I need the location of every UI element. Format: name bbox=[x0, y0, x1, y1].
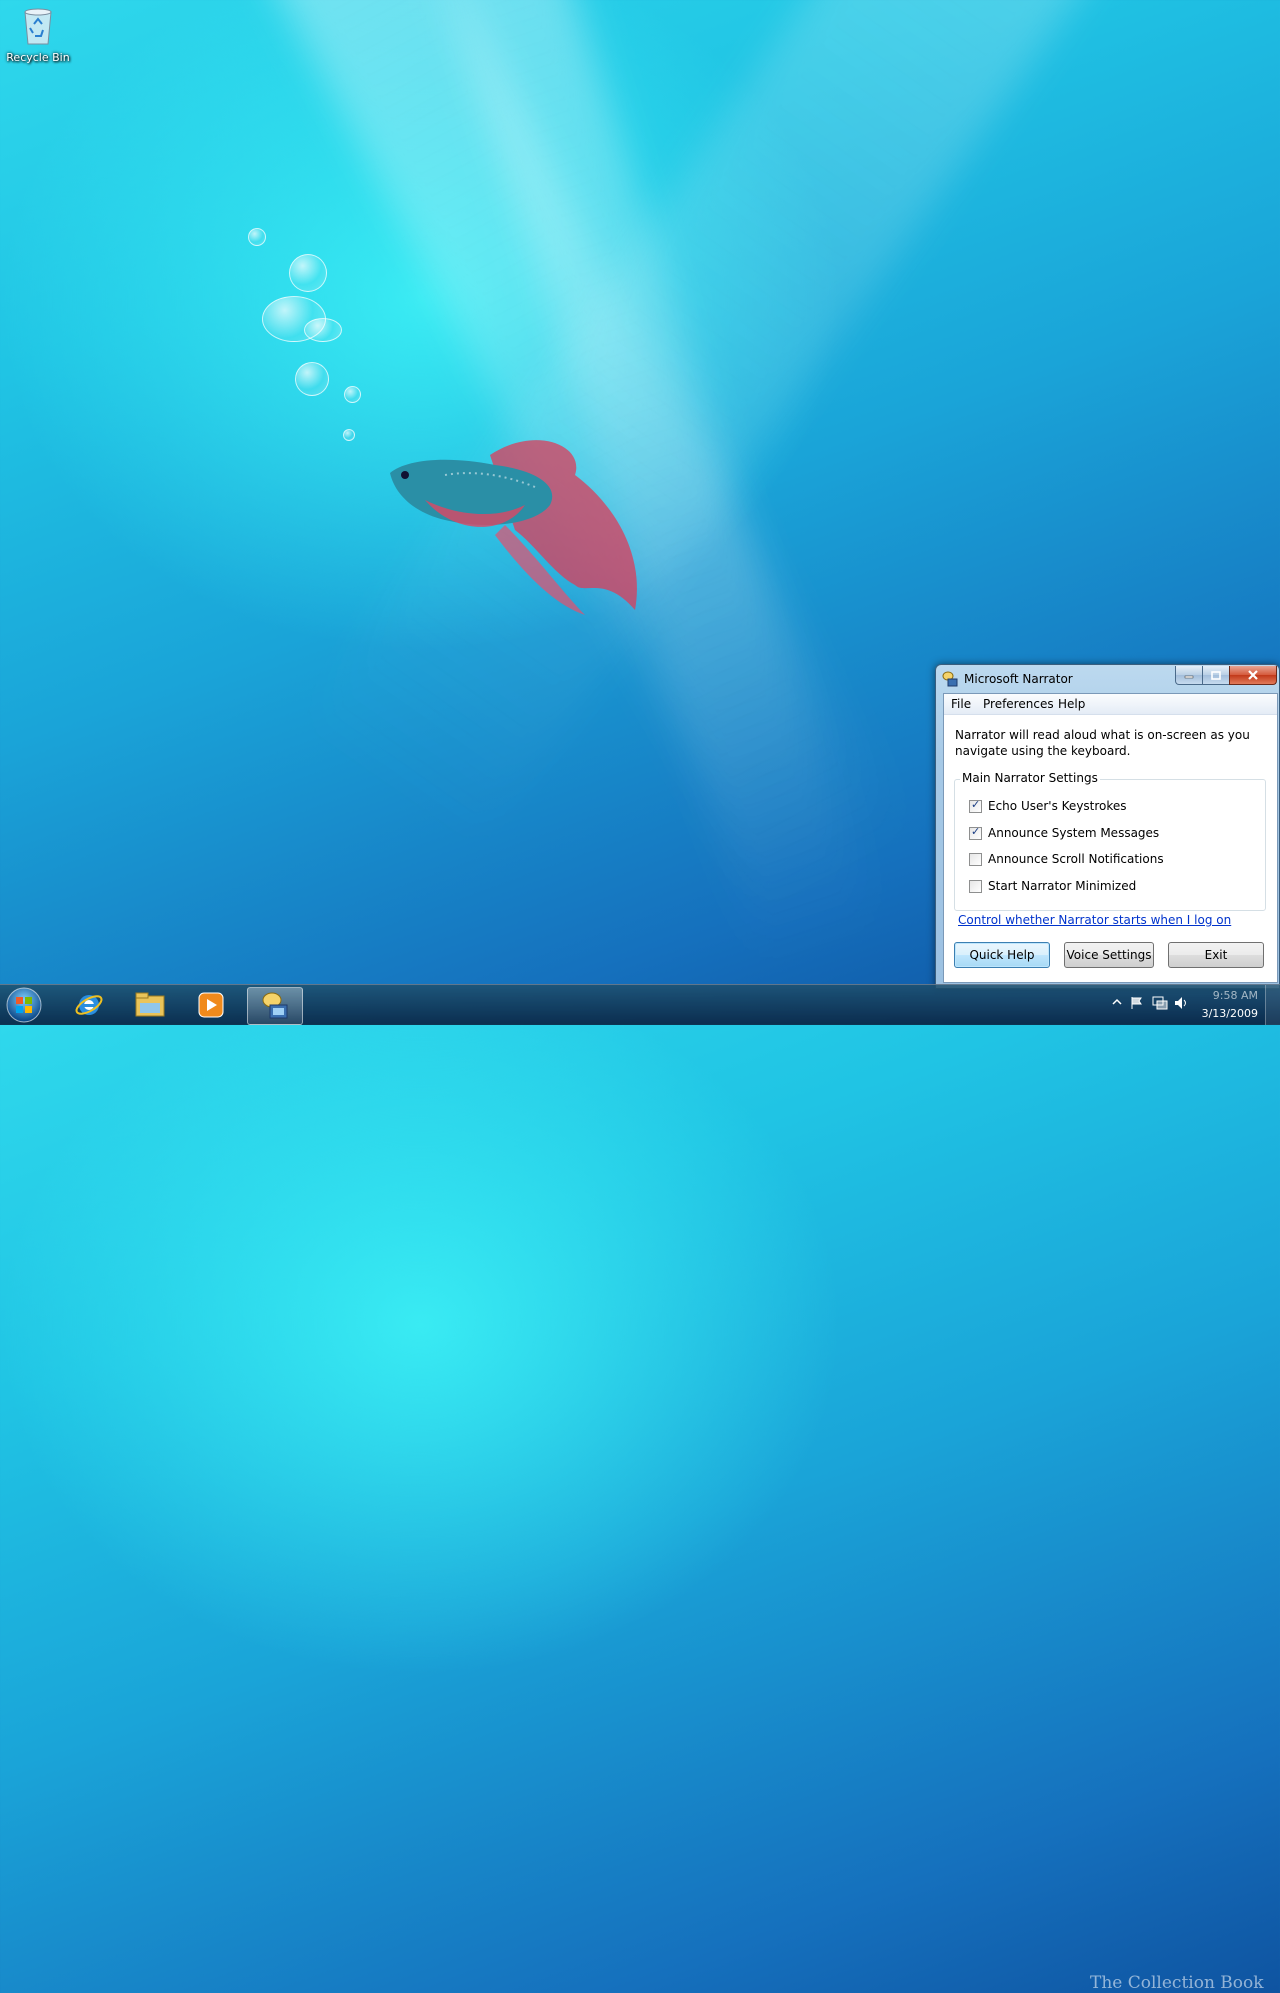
media-player-icon bbox=[198, 992, 224, 1018]
menu-bar: File Preferences Help bbox=[944, 694, 1277, 715]
betta-fish-image bbox=[390, 440, 637, 615]
show-desktop-button[interactable] bbox=[1265, 985, 1280, 1025]
checkbox-echo-keystrokes[interactable]: Echo User's Keystrokes bbox=[969, 798, 1127, 814]
checkbox-label: Echo User's Keystrokes bbox=[988, 799, 1127, 813]
bubble bbox=[289, 254, 327, 292]
bubble bbox=[344, 386, 361, 403]
narrator-icon bbox=[262, 992, 288, 1019]
checkbox-label: Announce System Messages bbox=[988, 826, 1160, 840]
window-title: Microsoft Narrator bbox=[964, 672, 1073, 686]
watermark-text: The Collection Book bbox=[1090, 1973, 1264, 1993]
checkbox-label: Announce Scroll Notifications bbox=[988, 852, 1164, 866]
checkbox-announce-system-messages[interactable]: Announce System Messages bbox=[969, 825, 1159, 841]
checkbox-box[interactable] bbox=[969, 798, 982, 813]
taskbar: The Collection Book 9:58 AM 3/13/2009 bbox=[0, 984, 1280, 1993]
bubble bbox=[248, 228, 266, 246]
tray-time[interactable]: 9:58 AM bbox=[1213, 989, 1258, 1002]
show-hidden-icons-icon[interactable] bbox=[1112, 997, 1122, 1007]
action-center-flag-icon[interactable] bbox=[1130, 996, 1144, 1010]
desktop-icon-recycle-bin[interactable]: Recycle Bin bbox=[4, 6, 72, 64]
menu-preferences[interactable]: Preferences bbox=[983, 697, 1054, 711]
network-icon[interactable] bbox=[1152, 996, 1168, 1010]
quick-help-button[interactable]: Quick Help bbox=[954, 942, 1050, 968]
checkbox-box[interactable] bbox=[969, 852, 982, 866]
checkbox-box[interactable] bbox=[969, 879, 982, 893]
exit-button[interactable]: Exit bbox=[1168, 942, 1264, 968]
system-tray: 9:58 AM 3/13/2009 bbox=[1080, 985, 1280, 1025]
menu-help[interactable]: Help bbox=[1058, 697, 1085, 711]
close-button[interactable] bbox=[1229, 666, 1277, 685]
window-client-area: File Preferences Help Narrator will read… bbox=[943, 693, 1278, 983]
desktop-icon-label: Recycle Bin bbox=[6, 51, 70, 64]
checkbox-announce-scroll[interactable]: Announce Scroll Notifications bbox=[969, 851, 1164, 867]
minimize-button[interactable] bbox=[1175, 666, 1203, 685]
settings-group: Main Narrator Settings Echo User's Keyst… bbox=[954, 771, 1266, 911]
recycle-bin-icon bbox=[24, 8, 52, 45]
checkbox-label: Start Narrator Minimized bbox=[988, 879, 1137, 893]
close-icon bbox=[1248, 670, 1258, 680]
bubble bbox=[343, 429, 355, 441]
voice-settings-button[interactable]: Voice Settings bbox=[1064, 942, 1154, 968]
taskbar-windows-explorer[interactable] bbox=[123, 987, 177, 1023]
taskbar-internet-explorer[interactable] bbox=[62, 987, 116, 1023]
internet-explorer-icon bbox=[75, 995, 103, 1015]
title-bar[interactable]: Microsoft Narrator bbox=[936, 665, 1279, 691]
checkbox-box[interactable] bbox=[969, 825, 982, 840]
volume-icon[interactable] bbox=[1174, 996, 1190, 1010]
narrator-window[interactable]: Microsoft Narrator File Preferences Help… bbox=[935, 664, 1280, 989]
maximize-icon bbox=[1211, 670, 1221, 680]
description-text: Narrator will read aloud what is on-scre… bbox=[955, 728, 1250, 758]
bubble bbox=[295, 362, 329, 396]
tray-date[interactable]: 3/13/2009 bbox=[1202, 1007, 1258, 1020]
taskbar-media-player[interactable] bbox=[184, 987, 238, 1023]
windows-explorer-icon bbox=[135, 992, 165, 1017]
logon-settings-link[interactable]: Control whether Narrator starts when I l… bbox=[958, 913, 1231, 927]
minimize-icon bbox=[1184, 675, 1194, 679]
start-orb-icon[interactable] bbox=[4, 986, 44, 1024]
bubble bbox=[304, 318, 342, 342]
narrator-app-icon bbox=[942, 671, 958, 687]
checkbox-start-minimized[interactable]: Start Narrator Minimized bbox=[969, 878, 1136, 894]
taskbar-narrator[interactable] bbox=[247, 987, 303, 1025]
menu-file[interactable]: File bbox=[951, 697, 971, 711]
group-title: Main Narrator Settings bbox=[960, 771, 1100, 785]
maximize-button[interactable] bbox=[1202, 666, 1230, 685]
